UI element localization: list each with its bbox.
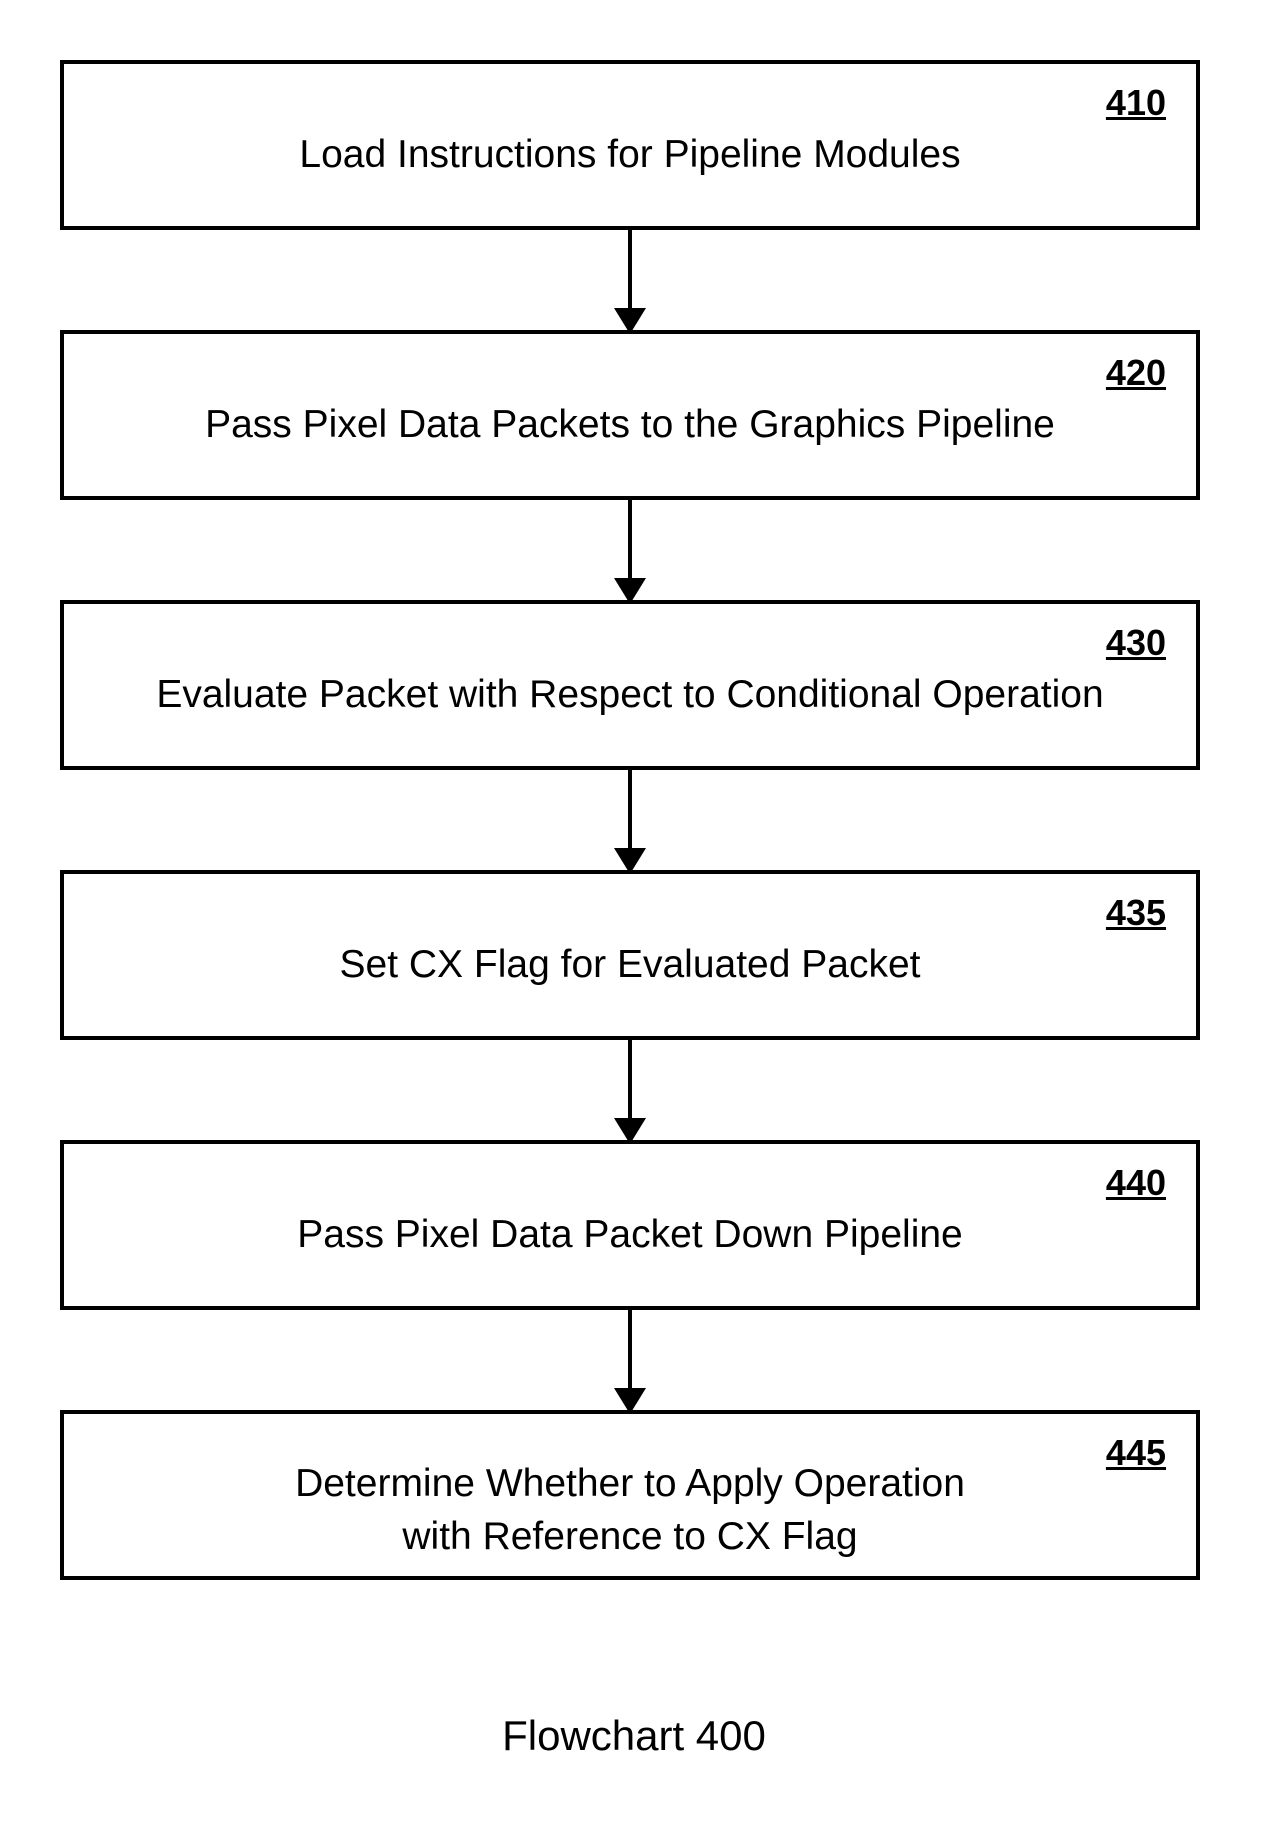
- step-420-box: 420 Pass Pixel Data Packets to the Graph…: [60, 330, 1200, 500]
- arrow: [60, 500, 1200, 600]
- arrow: [60, 770, 1200, 870]
- step-number: 430: [1106, 622, 1166, 664]
- step-435-box: 435 Set CX Flag for Evaluated Packet: [60, 870, 1200, 1040]
- step-445-box: 445 Determine Whether to Apply Operation…: [60, 1410, 1200, 1580]
- step-number: 435: [1106, 892, 1166, 934]
- arrow: [60, 230, 1200, 330]
- flowchart: 410 Load Instructions for Pipeline Modul…: [60, 60, 1208, 1580]
- step-text-line1: Determine Whether to Apply Operation: [295, 1462, 965, 1505]
- flowchart-caption: Flowchart 400: [0, 1712, 1268, 1760]
- step-410-box: 410 Load Instructions for Pipeline Modul…: [60, 60, 1200, 230]
- step-text: Pass Pixel Data Packets to the Graphics …: [64, 400, 1196, 451]
- arrow: [60, 1310, 1200, 1410]
- step-text: Determine Whether to Apply Operation wit…: [64, 1458, 1196, 1563]
- step-number: 410: [1106, 82, 1166, 124]
- step-text: Evaluate Packet with Respect to Conditio…: [64, 670, 1196, 721]
- step-text-line2: with Reference to CX Flag: [402, 1515, 857, 1558]
- step-number: 420: [1106, 352, 1166, 394]
- step-text: Set CX Flag for Evaluated Packet: [64, 940, 1196, 991]
- step-number: 440: [1106, 1162, 1166, 1204]
- step-text: Load Instructions for Pipeline Modules: [64, 130, 1196, 181]
- step-430-box: 430 Evaluate Packet with Respect to Cond…: [60, 600, 1200, 770]
- step-440-box: 440 Pass Pixel Data Packet Down Pipeline: [60, 1140, 1200, 1310]
- arrow: [60, 1040, 1200, 1140]
- step-text: Pass Pixel Data Packet Down Pipeline: [64, 1210, 1196, 1261]
